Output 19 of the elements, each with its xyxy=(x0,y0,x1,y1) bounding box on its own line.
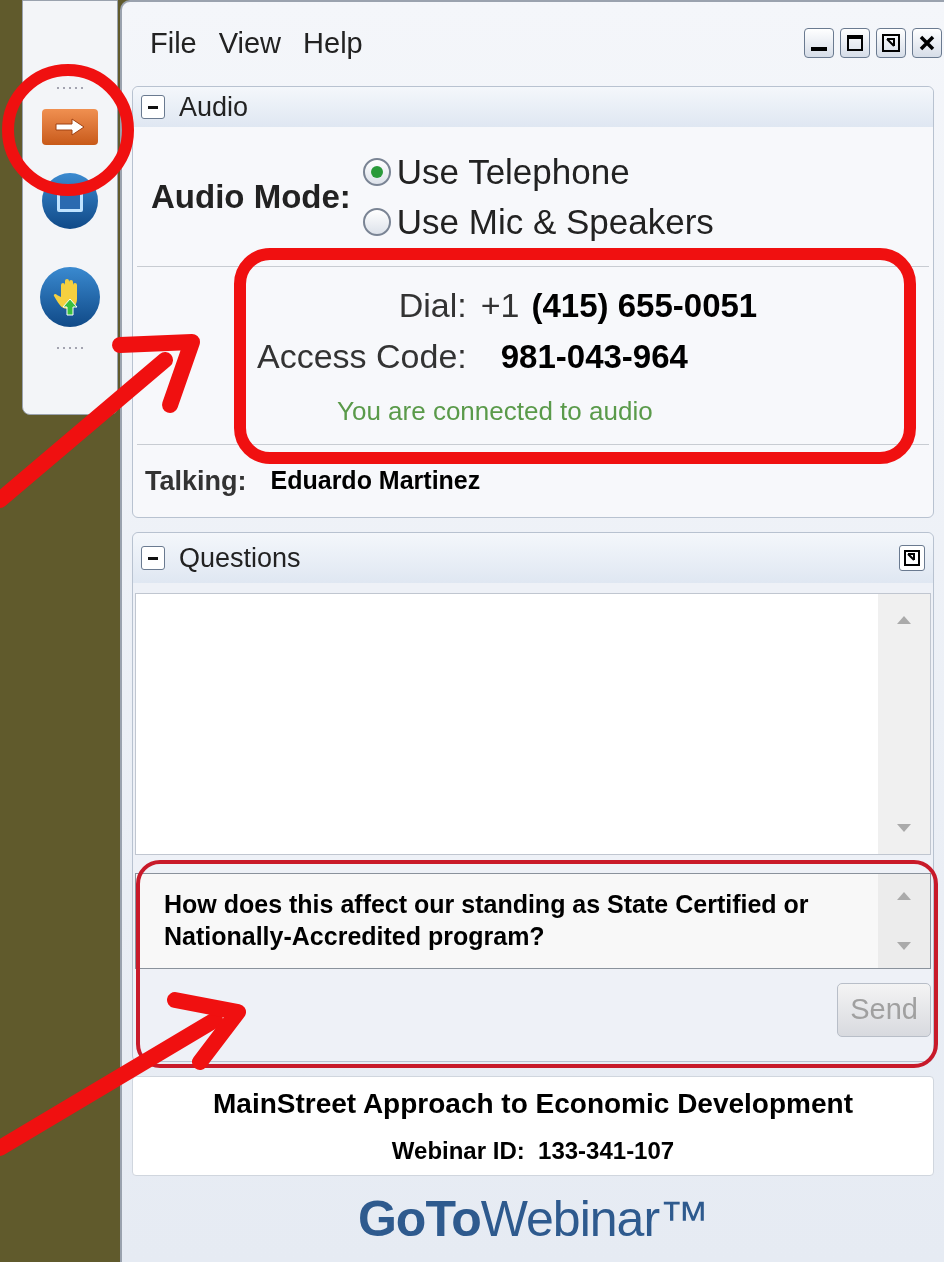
phone-number: (415) 655-0051 xyxy=(531,286,758,326)
dial-label: Dial: xyxy=(397,285,467,326)
radio-option[interactable]: Use Telephone xyxy=(362,147,714,196)
radio-option[interactable]: Use Mic & Speakers xyxy=(362,197,714,246)
menu-item[interactable]: Help xyxy=(303,22,363,66)
talking-label: Talking: xyxy=(145,464,247,498)
menu-item[interactable]: File xyxy=(150,22,197,66)
country-code: +1 xyxy=(480,285,520,326)
connection-status: You are connected to audio xyxy=(337,395,654,428)
panel-title: Audio xyxy=(179,90,249,124)
access-code-label: Access Code: xyxy=(257,336,467,377)
panel-title: Questions xyxy=(179,541,302,575)
access-code: 981-043-964 xyxy=(499,336,689,377)
brand-logo: GoToWebinar™ xyxy=(357,1189,709,1249)
webinar-id: Webinar ID: 133-341-107 xyxy=(391,1136,675,1166)
webinar-title: MainStreet Approach to Economic Development xyxy=(213,1087,853,1121)
audio-mode-label: Audio Mode: xyxy=(151,176,351,217)
menu-item[interactable]: View xyxy=(218,22,282,66)
speaker-name: Eduardo Martinez xyxy=(270,465,481,497)
